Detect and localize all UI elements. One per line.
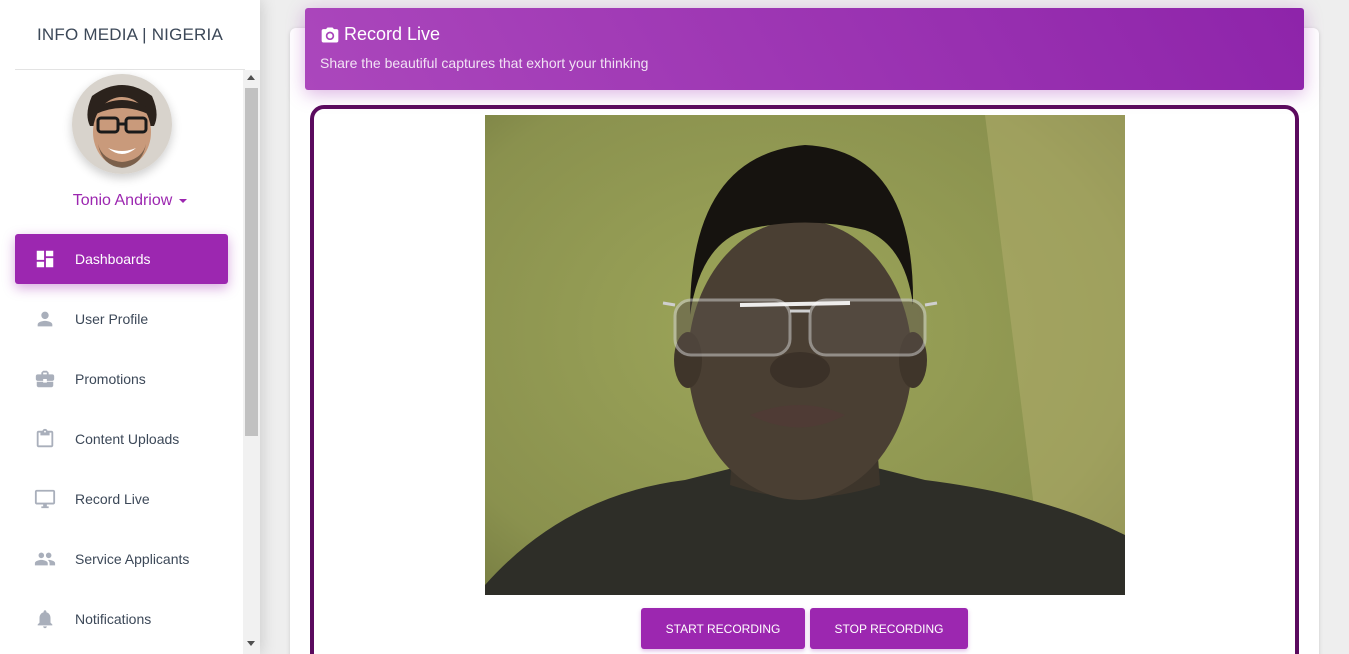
- sidebar-item-service-applicants[interactable]: Service Applicants: [15, 534, 228, 584]
- card-subtitle: Share the beautiful captures that exhort…: [320, 55, 649, 71]
- scroll-thumb[interactable]: [245, 88, 258, 436]
- brand-logo-text[interactable]: INFO MEDIA | NIGERIA: [15, 0, 245, 70]
- card-title: Record Live: [320, 24, 440, 45]
- briefcase-icon: [34, 368, 56, 390]
- stop-recording-button[interactable]: STOP RECORDING: [810, 608, 968, 649]
- person-icon: [34, 308, 56, 330]
- sidebar-item-content-uploads[interactable]: Content Uploads: [15, 414, 228, 464]
- sidebar-item-label: Service Applicants: [75, 551, 190, 567]
- sidebar-item-record-live[interactable]: Record Live: [15, 474, 228, 524]
- scroll-up-arrow-icon[interactable]: [247, 75, 255, 80]
- card-header: Record Live Share the beautiful captures…: [305, 8, 1304, 90]
- dashboard-icon: [34, 248, 56, 270]
- sidebar-item-label: Promotions: [75, 371, 146, 387]
- sidebar-item-label: User Profile: [75, 311, 149, 327]
- sidebar-item-label: Notifications: [75, 611, 152, 627]
- sidebar-item-label: Content Uploads: [75, 431, 180, 447]
- monitor-icon: [34, 488, 56, 510]
- sidebar-item-dashboards[interactable]: Dashboards: [15, 234, 228, 284]
- card-title-text: Record Live: [344, 24, 441, 44]
- user-menu-toggle[interactable]: Tonio Andriow: [15, 192, 245, 210]
- sidebar-item-label: Record Live: [75, 491, 150, 507]
- sidebar-item-label: Dashboards: [75, 251, 151, 267]
- user-name: Tonio Andriow: [72, 192, 173, 209]
- people-icon: [34, 548, 56, 570]
- sidebar-scrollbar[interactable]: [243, 70, 260, 654]
- avatar: [72, 74, 172, 174]
- clipboard-icon: [34, 428, 56, 450]
- bell-icon: [34, 608, 56, 630]
- sidebar-item-notifications[interactable]: Notifications: [15, 594, 228, 644]
- camera-icon: [321, 27, 339, 42]
- sidebar-item-promotions[interactable]: Promotions: [15, 354, 228, 404]
- webcam-preview: [485, 115, 1125, 595]
- caret-down-icon: [179, 198, 188, 203]
- scroll-down-arrow-icon[interactable]: [247, 641, 255, 646]
- start-recording-button[interactable]: START RECORDING: [641, 608, 805, 649]
- sidebar: INFO MEDIA | NIGERIA Tonio Andriow Dashb…: [0, 0, 260, 654]
- sidebar-item-user-profile[interactable]: User Profile: [15, 294, 228, 344]
